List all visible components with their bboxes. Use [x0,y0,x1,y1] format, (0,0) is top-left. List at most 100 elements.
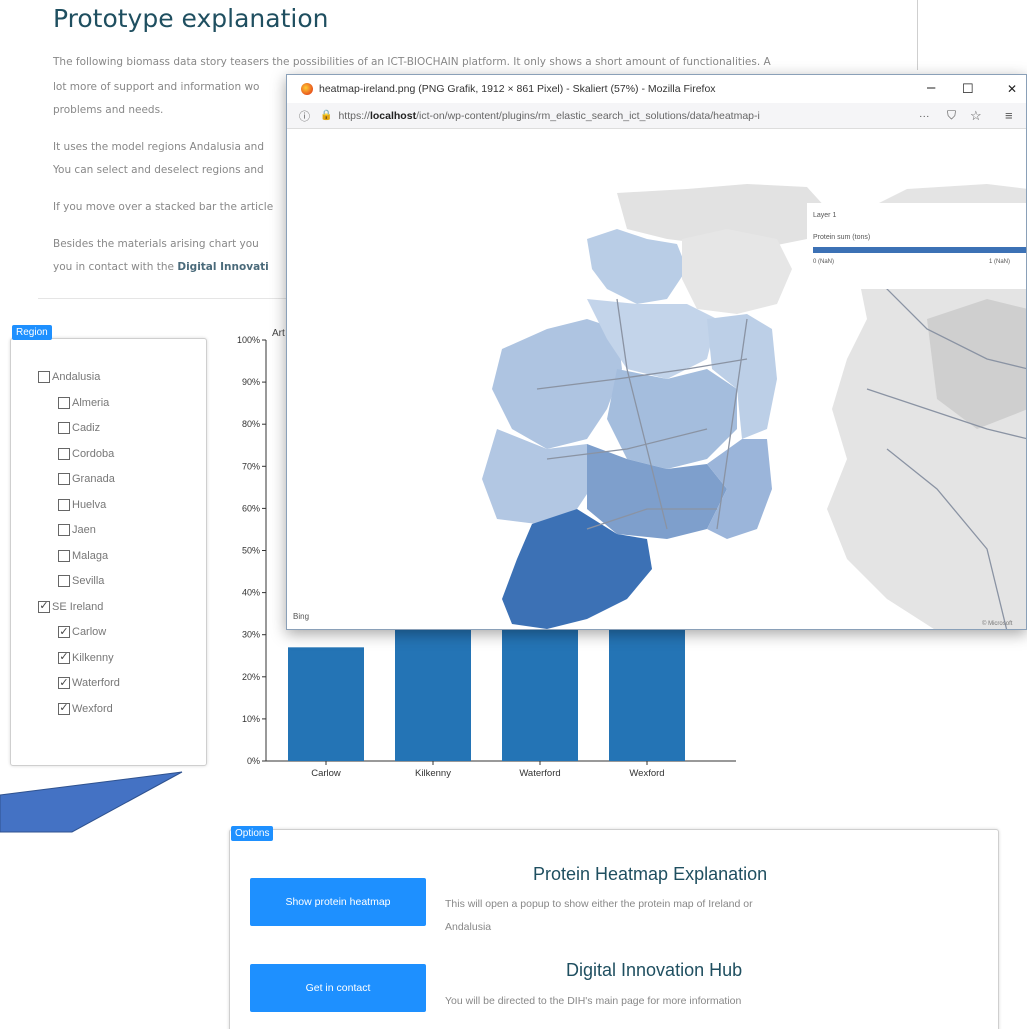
map-copyright: © Microsoft [982,620,1013,627]
checkbox-icon[interactable]: ✓ [38,600,50,613]
chart-title: Art [272,328,285,339]
protein-heatmap-text-line-1: This will open a popup to show either th… [445,898,753,910]
y-tick-label: 80% [242,419,260,429]
ireland-midlands-county [607,369,737,469]
menu-icon[interactable]: ≡ [1005,108,1013,123]
y-tick-label: 50% [242,546,260,556]
layer-name: Layer 1 [813,212,836,219]
checkbox-label: Huelva [72,498,107,511]
x-tick-label: Carlow [311,768,341,779]
firefox-popup-window[interactable]: heatmap-ireland.png (PNG Grafik, 1912 × … [286,74,1027,630]
page-actions-icon[interactable]: ··· [919,110,930,122]
digital-innovation-hub-link[interactable]: Digital Innovati [177,261,268,273]
bookmark-star-icon[interactable]: ☆ [970,108,982,124]
y-tick-label: 100% [237,335,260,345]
checkbox-icon[interactable] [58,396,70,409]
region-checkbox-huelva[interactable]: Huelva [58,498,107,511]
y-tick-label: 40% [242,588,260,598]
checkbox-icon[interactable] [58,473,70,485]
right-rule [917,0,918,70]
popup-window-title: heatmap-ireland.png (PNG Grafik, 1912 × … [319,83,716,95]
lock-icon: 🔒 [320,110,333,121]
region-legend: Region [12,325,52,340]
callout-arrow-shape [0,771,183,833]
bar-wexford[interactable] [609,622,685,761]
y-tick-label: 70% [242,461,260,471]
checkbox-icon[interactable]: ✓ [58,626,70,638]
region-checkbox-waterford[interactable]: ✓ Waterford [58,677,120,689]
checkbox-icon[interactable] [58,447,70,460]
region-checkbox-se-ireland[interactable]: ✓ SE Ireland [38,600,104,613]
y-tick-label: 30% [242,630,260,640]
chart-bars [288,622,685,761]
checkbox-label: SE Ireland [52,600,104,613]
intro-text: you in contact with the [53,261,178,273]
checkbox-label: Waterford [72,677,120,689]
region-checkbox-jaen[interactable]: Jaen [58,524,96,536]
checkbox-label: Malaga [72,549,109,562]
x-tick-label: Wexford [629,768,664,779]
intro-paragraph-3-line-1: If you move over a stacked bar the artic… [53,201,274,213]
checkbox-icon[interactable] [58,524,70,536]
maximize-button[interactable]: ☐ [962,81,974,97]
checkbox-icon[interactable]: ✓ [58,702,70,715]
bar-waterford[interactable] [502,622,578,761]
url-prefix: https:// [338,109,370,122]
page-title: Prototype explanation [53,4,329,33]
region-checkbox-carlow[interactable]: ✓ Carlow [58,626,106,638]
region-checkbox-sevilla[interactable]: Sevilla [58,575,104,587]
region-checkbox-malaga[interactable]: Malaga [58,549,109,562]
bar-kilkenny[interactable] [395,622,471,761]
y-tick-label: 10% [242,714,260,724]
legend-gradient-bar [813,247,1026,253]
minimize-button[interactable]: – [927,79,935,96]
pocket-icon[interactable]: ⛉ [947,108,956,123]
region-checkbox-cordoba[interactable]: Cordoba [58,447,114,460]
checkbox-icon[interactable] [58,422,70,434]
firefox-icon [301,83,313,95]
url-host: localhost [369,109,417,122]
checkbox-label: Granada [72,473,115,485]
checkbox-label: Jaen [72,524,96,536]
y-tick-label: 20% [242,672,260,682]
checkbox-icon[interactable] [38,371,50,383]
x-tick-label: Waterford [519,768,560,779]
layer-field: Protein sum (tons) [813,234,870,241]
intro-paragraph-4-line-1: Besides the materials arising chart you [53,238,259,250]
region-checkbox-andalusia[interactable]: Andalusia [38,371,100,383]
region-checkbox-wexford[interactable]: ✓ Wexford [58,702,113,715]
y-tick-label: 60% [242,503,260,513]
checkbox-icon[interactable] [58,549,70,562]
heatmap-map-image: Layer 1 Protein sum (tons) 0 (NaN) 1 (Na… [287,129,1026,629]
x-tick-label: Kilkenny [415,768,451,779]
intro-paragraph-2-line-1: It uses the model regions Andalusia and [53,141,264,153]
close-button[interactable]: ✕ [1007,82,1017,96]
popup-url-bar[interactable]: ⓘ 🔒 https://localhost/ict-on/wp-content/… [287,103,1026,129]
legend-min-label: 0 (NaN) [813,259,834,265]
checkbox-label: Carlow [72,626,107,638]
region-checkbox-kilkenny[interactable]: ✓ Kilkenny [58,651,114,664]
intro-paragraph-1-line-1: The following biomass data story teasers… [53,56,771,68]
intro-paragraph-1-line-3: problems and needs. [53,104,164,116]
checkbox-icon[interactable] [58,575,70,587]
checkbox-label: Wexford [72,702,113,715]
info-icon[interactable]: ⓘ [299,108,310,124]
y-tick-label: 0% [247,756,260,766]
region-checkbox-almeria[interactable]: Almeria [58,396,110,409]
show-protein-heatmap-button[interactable]: Show protein heatmap [250,878,426,926]
checkbox-label: Cadiz [72,422,101,434]
checkbox-icon[interactable]: ✓ [58,651,70,664]
region-checkbox-granada[interactable]: Granada [58,473,115,485]
checkbox-icon[interactable] [58,498,70,511]
ireland-west-county [492,319,622,449]
region-checkbox-cadiz[interactable]: Cadiz [58,422,100,434]
layer-info-panel [807,203,1026,289]
intro-paragraph-4-line-2: you in contact with the Digital Innovati [53,260,269,274]
get-in-contact-button[interactable]: Get in contact [250,964,426,1012]
url-text[interactable]: https://localhost/ict-on/wp-content/plug… [338,110,759,122]
checkbox-icon[interactable]: ✓ [58,677,70,689]
bar-carlow[interactable] [288,647,364,761]
intro-paragraph-2-line-2: You can select and deselect regions and [53,164,264,176]
checkbox-label: Almeria [72,396,110,409]
popup-titlebar[interactable]: heatmap-ireland.png (PNG Grafik, 1912 × … [287,75,1026,103]
